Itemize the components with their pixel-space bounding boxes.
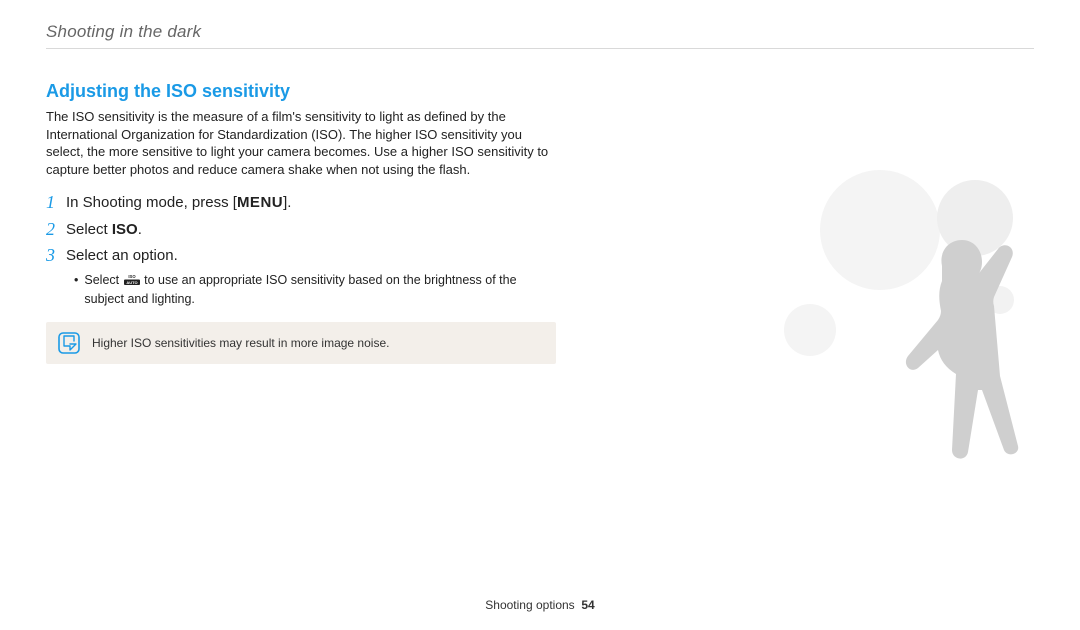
decorative-illustration: [770, 170, 1050, 510]
running-header: Shooting in the dark: [46, 22, 1034, 42]
bullet-dot: •: [74, 272, 78, 308]
menu-button-label: MENU: [237, 194, 283, 211]
iso-auto-icon: ISO AUTO: [123, 274, 141, 291]
page-footer: Shooting options 54: [0, 598, 1080, 612]
step-number: 2: [46, 219, 66, 241]
svg-text:AUTO: AUTO: [126, 280, 137, 285]
step-number: 3: [46, 245, 66, 267]
step-2: 2 Select ISO.: [46, 219, 556, 241]
section-heading: Adjusting the ISO sensitivity: [46, 81, 556, 102]
manual-page: Shooting in the dark Adjusting the ISO s…: [0, 0, 1080, 630]
step-1-post: ].: [283, 194, 291, 211]
step-2-bold: ISO: [112, 221, 138, 238]
sub-post: to use an appropriate ISO sensitivity ba…: [84, 273, 516, 306]
step-1-pre: In Shooting mode, press [: [66, 194, 237, 211]
step-text: Select an option.: [66, 245, 178, 266]
footer-label: Shooting options: [485, 598, 574, 612]
step-2-pre: Select: [66, 221, 112, 238]
sub-bullet-text: Select ISO AUTO to use an appropriate IS…: [84, 272, 556, 308]
footer-page-number: 54: [581, 598, 594, 612]
step-3-sub-bullet: • Select ISO AUTO to use an appropriate …: [74, 272, 556, 308]
note-text: Higher ISO sensitivities may result in m…: [92, 336, 389, 350]
note-box: Higher ISO sensitivities may result in m…: [46, 322, 556, 364]
content-column: Adjusting the ISO sensitivity The ISO se…: [46, 81, 556, 364]
step-text: In Shooting mode, press [MENU].: [66, 192, 291, 213]
step-text: Select ISO.: [66, 219, 142, 240]
step-3: 3 Select an option.: [46, 245, 556, 267]
note-icon: [58, 332, 80, 354]
header-divider: [46, 48, 1034, 49]
sub-pre: Select: [84, 273, 122, 287]
step-list: 1 In Shooting mode, press [MENU]. 2 Sele…: [46, 192, 556, 308]
section-body: The ISO sensitivity is the measure of a …: [46, 108, 556, 178]
svg-text:ISO: ISO: [128, 274, 136, 279]
step-2-post: .: [138, 221, 142, 238]
step-1: 1 In Shooting mode, press [MENU].: [46, 192, 556, 214]
step-number: 1: [46, 192, 66, 214]
